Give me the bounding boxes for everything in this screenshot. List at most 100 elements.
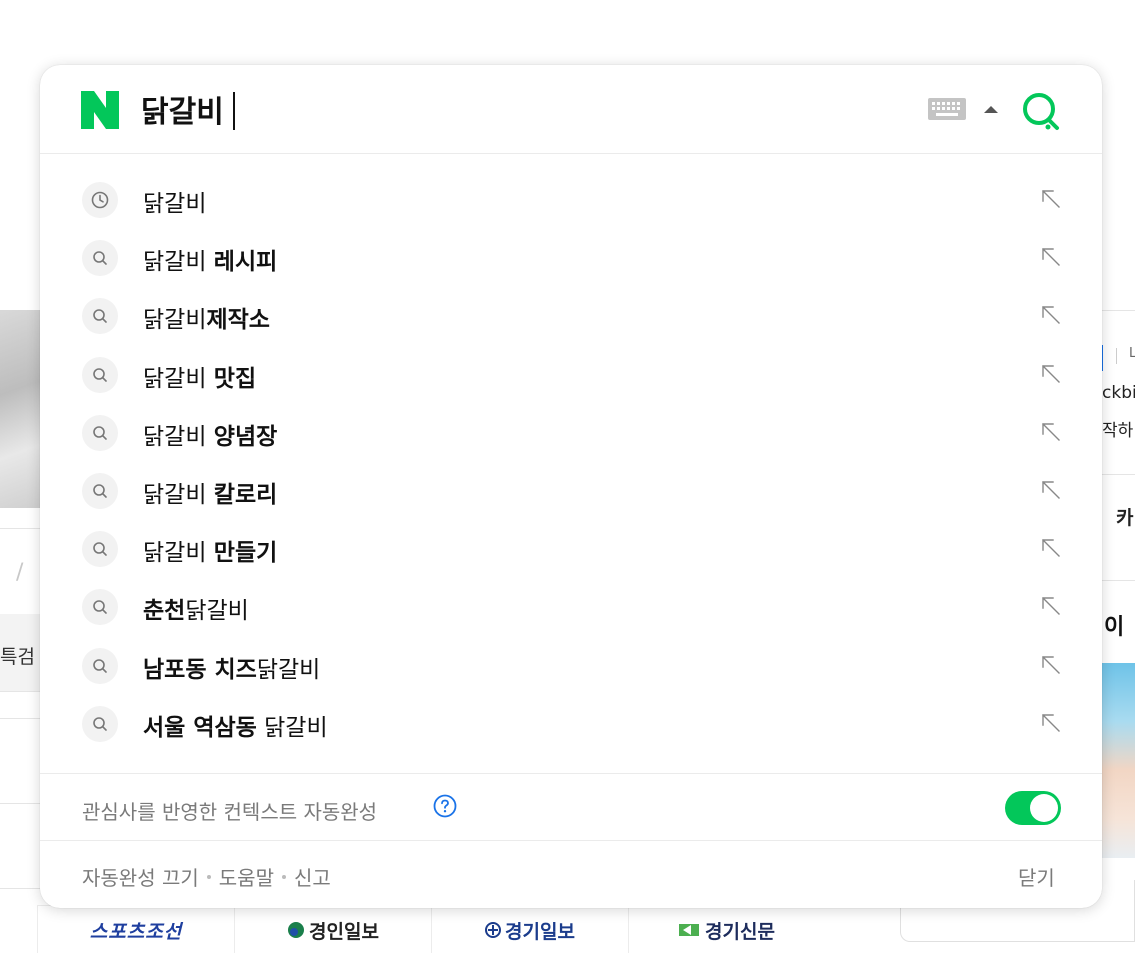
search-suggestion-icon	[93, 309, 107, 324]
close-link[interactable]: 닫기	[1018, 862, 1055, 891]
search-icon-badge	[82, 414, 118, 451]
news-logo-label: 스포츠조선	[89, 920, 183, 943]
background-text: L	[1129, 346, 1135, 361]
fill-query-arrow-icon[interactable]	[1040, 712, 1062, 734]
background-ad-image[interactable]	[1101, 663, 1135, 858]
background-text: 작하	[1102, 421, 1134, 441]
search-bar	[40, 65, 1102, 154]
suggestion-highlight: 레시피	[213, 249, 278, 276]
naver-logo-icon[interactable]	[81, 91, 119, 129]
background-thumbnail[interactable]	[0, 310, 42, 508]
search-icon-badge	[82, 531, 118, 568]
history-icon-badge	[82, 182, 118, 218]
context-autocomplete-toggle[interactable]	[1005, 791, 1061, 825]
news-logo-label: 경기일보	[505, 920, 575, 943]
search-suggestion-icon	[93, 484, 107, 498]
history-clock-icon	[91, 191, 109, 209]
search-icon-badge	[82, 589, 118, 626]
separator-dot	[206, 874, 211, 879]
suggestion-text: 서울 역삼동 닭갈비	[143, 708, 328, 742]
fill-query-arrow-icon[interactable]	[1040, 654, 1062, 676]
help-icon[interactable]	[433, 794, 457, 818]
fill-query-arrow-icon[interactable]	[1040, 421, 1062, 443]
suggestion-highlight: 제작소	[206, 307, 270, 334]
search-suggestion-icon	[93, 542, 107, 556]
suggestion-query-part: 닭갈비	[143, 191, 207, 217]
divider	[0, 888, 42, 889]
report-link[interactable]: 신고	[294, 862, 331, 891]
background-tab[interactable]: 특검	[0, 614, 42, 692]
search-icon-badge	[82, 705, 118, 742]
suggestion-query-part: 닭갈비	[143, 540, 214, 567]
divider	[0, 803, 42, 804]
text-caret	[233, 92, 235, 130]
news-logo-kyeongin[interactable]: 경인일보	[234, 906, 431, 953]
news-logo-kyeonggi-ilbo[interactable]: 경기일보	[431, 906, 628, 953]
suggestion-text: 춘천닭갈비	[143, 591, 249, 625]
suggestion-item[interactable]: 닭갈비 만들기	[40, 520, 1102, 578]
search-suggestion-icon	[93, 716, 107, 731]
suggestion-query-part: 닭갈비	[143, 481, 214, 508]
search-icon-badge	[82, 647, 118, 684]
suggestion-query-part: 닭갈비	[185, 598, 249, 625]
suggestion-item[interactable]: 서울 역삼동 닭갈비	[40, 695, 1102, 753]
help-link[interactable]: 도움말	[219, 862, 274, 891]
suggestion-item[interactable]: 춘천닭갈비	[40, 578, 1102, 636]
suggestion-query-part: 닭갈비	[143, 423, 214, 450]
suggestion-item[interactable]: 닭갈비 맛집	[40, 346, 1102, 404]
search-button[interactable]	[1019, 89, 1063, 133]
search-suggestion-icon	[93, 251, 107, 265]
search-input[interactable]	[141, 85, 841, 133]
fill-query-arrow-icon[interactable]	[1040, 246, 1062, 268]
suggestion-query-part: 닭갈비	[256, 656, 321, 683]
autocomplete-off-link[interactable]: 자동완성 끄기	[82, 862, 199, 891]
search-icon-badge	[82, 472, 118, 509]
suggestion-highlight: 양념장	[213, 423, 278, 450]
suggestion-item[interactable]: 남포동 치즈닭갈비	[40, 637, 1102, 695]
suggestion-item[interactable]: 닭갈비 칼로리	[40, 462, 1102, 520]
news-logo-kyeonggi-sinmun[interactable]: 경기신문	[628, 906, 825, 953]
collapse-caret-icon[interactable]	[983, 103, 999, 115]
news-logo-label: 경인일보	[309, 920, 379, 943]
background-text: ckbi	[1102, 383, 1135, 403]
fill-query-arrow-icon[interactable]	[1040, 304, 1062, 326]
search-icon-badge	[82, 298, 118, 335]
background-tab-label: 특검	[0, 646, 35, 668]
suggestion-text: 닭갈비 칼로리	[143, 475, 277, 509]
news-logo-sports-chosun[interactable]: 스포츠조선	[37, 906, 234, 953]
fill-query-arrow-icon[interactable]	[1040, 537, 1062, 559]
search-suggestion-icon	[93, 425, 107, 440]
fill-query-arrow-icon[interactable]	[1040, 188, 1062, 210]
keyboard-icon[interactable]	[928, 98, 966, 120]
suggestion-text: 남포동 치즈닭갈비	[143, 650, 320, 684]
divider	[0, 718, 42, 719]
suggestion-query-part: 닭갈비	[143, 365, 214, 392]
suggestion-text: 닭갈비 만들기	[143, 533, 277, 567]
context-autocomplete-label: 관심사를 반영한 컨텍스트 자동완성	[82, 800, 378, 824]
search-autocomplete-popup: 닭갈비닭갈비 레시피닭갈비제작소닭갈비 맛집닭갈비 양념장닭갈비 칼로리닭갈비 …	[40, 65, 1102, 908]
fill-query-arrow-icon[interactable]	[1040, 479, 1062, 501]
divider	[0, 528, 42, 529]
kyeonggi-sinmun-logo-icon	[679, 924, 700, 936]
suggestion-item[interactable]: 닭갈비제작소	[40, 287, 1102, 345]
suggestion-item[interactable]: 닭갈비 양념장	[40, 404, 1102, 462]
search-suggestion-icon	[93, 600, 107, 615]
suggestion-highlight: 남포동 치즈	[143, 656, 257, 683]
separator-dot	[281, 874, 286, 879]
search-icon-badge	[82, 356, 118, 393]
suggestion-highlight: 맛집	[213, 365, 257, 392]
fill-query-arrow-icon[interactable]	[1040, 595, 1062, 617]
background-heading: 이	[1104, 615, 1125, 640]
kyeongin-logo-icon	[288, 922, 305, 938]
suggestion-highlight: 만들기	[213, 540, 278, 567]
page: / 특검 L ckbi 작하 카 이 스포츠조선 경인일보 경기일보 경기신문	[0, 0, 1135, 953]
suggestion-item[interactable]: 닭갈비	[40, 171, 1102, 229]
suggestion-item[interactable]: 닭갈비 레시피	[40, 229, 1102, 287]
divider	[1100, 474, 1135, 475]
suggestion-query-part: 닭갈비	[143, 307, 207, 334]
suggestion-text: 닭갈비	[143, 184, 206, 218]
fill-query-arrow-icon[interactable]	[1040, 363, 1062, 385]
news-logo-label: 경기신문	[705, 920, 775, 943]
suggestion-query-part: 닭갈비	[143, 249, 214, 276]
background-text[interactable]: 카	[1116, 503, 1133, 530]
